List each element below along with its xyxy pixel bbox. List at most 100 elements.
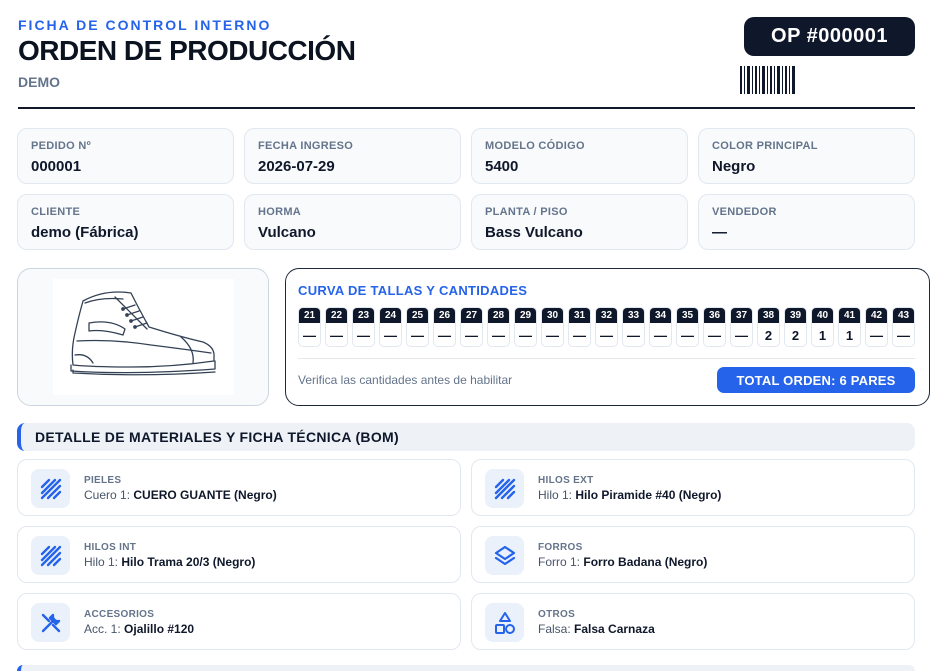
company-name: DEMO xyxy=(18,74,60,90)
size-label: 29 xyxy=(515,308,536,323)
size-label: 22 xyxy=(326,308,347,323)
material-card-pieles: PIELES Cuero 1: CUERO GUANTE (Negro) xyxy=(17,459,461,516)
size-column: 43 — xyxy=(892,307,915,347)
material-detail: Hilo 1: Hilo Trama 20/3 (Negro) xyxy=(84,555,255,569)
size-label: 36 xyxy=(704,308,725,323)
info-card-vendedor: VENDEDOR — xyxy=(698,194,915,250)
material-category: HILOS EXT xyxy=(538,475,594,486)
document-header: FICHA DE CONTROL INTERNO ORDEN DE PRODUC… xyxy=(18,14,915,109)
size-quantity: — xyxy=(492,327,505,343)
size-quantity: — xyxy=(708,327,721,343)
size-quantity: — xyxy=(357,327,370,343)
product-image-panel xyxy=(17,268,269,406)
material-detail: Acc. 1: Ojalillo #120 xyxy=(84,622,194,636)
material-card-hilos-ext: HILOS EXT Hilo 1: Hilo Piramide #40 (Neg… xyxy=(471,459,915,516)
info-value: Vulcano xyxy=(258,224,316,241)
next-section-header xyxy=(17,665,915,671)
materials-section-header: DETALLE DE MATERIALES Y FICHA TÉCNICA (B… xyxy=(17,423,915,451)
size-label: 40 xyxy=(812,308,833,323)
size-label: 41 xyxy=(839,308,860,323)
material-value: Hilo Trama 20/3 (Negro) xyxy=(121,555,256,569)
size-label: 26 xyxy=(434,308,455,323)
material-value: Forro Badana (Negro) xyxy=(583,555,708,569)
size-quantity: — xyxy=(303,327,316,343)
size-column: 23 — xyxy=(352,307,375,347)
info-label: VENDEDOR xyxy=(712,206,777,218)
size-column: 22 — xyxy=(325,307,348,347)
size-label: 38 xyxy=(758,308,779,323)
size-label: 23 xyxy=(353,308,374,323)
size-column: 24 — xyxy=(379,307,402,347)
info-value: demo (Fábrica) xyxy=(31,224,139,241)
size-label: 28 xyxy=(488,308,509,323)
size-column: 27 — xyxy=(460,307,483,347)
size-column: 26 — xyxy=(433,307,456,347)
size-column: 25 — xyxy=(406,307,429,347)
size-label: 32 xyxy=(596,308,617,323)
info-card-fecha: FECHA INGRESO 2026-07-29 xyxy=(244,128,461,184)
size-label: 21 xyxy=(299,308,320,323)
material-category: PIELES xyxy=(84,475,122,486)
size-column: 30 — xyxy=(541,307,564,347)
size-column: 31 — xyxy=(568,307,591,347)
size-quantity: — xyxy=(330,327,343,343)
info-label: PLANTA / PISO xyxy=(485,206,568,218)
info-card-horma: HORMA Vulcano xyxy=(244,194,461,250)
size-label: 34 xyxy=(650,308,671,323)
total-order-badge: TOTAL ORDEN: 6 PARES xyxy=(717,367,915,393)
material-card-accesorios: ACCESORIOS Acc. 1: Ojalillo #120 xyxy=(17,593,461,650)
material-category: FORROS xyxy=(538,542,583,553)
size-quantity: 2 xyxy=(791,327,800,343)
size-curve-title: CURVA DE TALLAS Y CANTIDADES xyxy=(298,283,528,298)
material-value: Hilo Piramide #40 (Negro) xyxy=(575,488,722,502)
size-quantity: — xyxy=(735,327,748,343)
size-label: 35 xyxy=(677,308,698,323)
material-value: Falsa Carnaza xyxy=(574,622,655,636)
info-card-color: COLOR PRINCIPAL Negro xyxy=(698,128,915,184)
size-quantity: — xyxy=(465,327,478,343)
boot-illustration xyxy=(70,291,216,376)
size-quantity: — xyxy=(627,327,640,343)
info-card-cliente: CLIENTE demo (Fábrica) xyxy=(17,194,234,250)
size-column: 28 — xyxy=(487,307,510,347)
size-quantity: 2 xyxy=(764,327,773,343)
size-quantity: — xyxy=(519,327,532,343)
material-category: HILOS INT xyxy=(84,542,137,553)
size-column: 39 2 xyxy=(784,307,807,347)
size-column: 37 — xyxy=(730,307,753,347)
size-column: 42 — xyxy=(865,307,888,347)
size-quantity: — xyxy=(681,327,694,343)
product-image xyxy=(53,279,234,395)
size-quantity: — xyxy=(870,327,883,343)
size-label: 39 xyxy=(785,308,806,323)
info-label: MODELO CÓDIGO xyxy=(485,140,585,152)
info-label: CLIENTE xyxy=(31,206,81,218)
info-value: 2026-07-29 xyxy=(258,158,335,175)
size-quantity: 1 xyxy=(845,327,854,343)
divider xyxy=(298,358,915,359)
material-detail: Falsa: Falsa Carnaza xyxy=(538,622,655,636)
info-value: 5400 xyxy=(485,158,519,175)
material-key: Forro 1: xyxy=(538,555,581,569)
size-label: 30 xyxy=(542,308,563,323)
size-label: 42 xyxy=(866,308,887,323)
size-label: 24 xyxy=(380,308,401,323)
size-grid: 21—22—23—24—25—26—27—28—29—30—31—32—33—3… xyxy=(298,307,915,347)
document-eyebrow: FICHA DE CONTROL INTERNO xyxy=(18,17,272,33)
size-label: 37 xyxy=(731,308,752,323)
size-column: 21 — xyxy=(298,307,321,347)
material-detail: Forro 1: Forro Badana (Negro) xyxy=(538,555,707,569)
size-quantity: — xyxy=(438,327,451,343)
info-value: Negro xyxy=(712,158,756,175)
material-key: Cuero 1: xyxy=(84,488,131,502)
size-column: 34 — xyxy=(649,307,672,347)
material-key: Acc. 1: xyxy=(84,622,121,636)
size-column: 40 1 xyxy=(811,307,834,347)
material-category: OTROS xyxy=(538,609,576,620)
material-card-forros: FORROS Forro 1: Forro Badana (Negro) xyxy=(471,526,915,583)
size-label: 31 xyxy=(569,308,590,323)
material-detail: Hilo 1: Hilo Piramide #40 (Negro) xyxy=(538,488,721,502)
size-column: 41 1 xyxy=(838,307,861,347)
info-value: — xyxy=(712,224,727,241)
size-column: 35 — xyxy=(676,307,699,347)
